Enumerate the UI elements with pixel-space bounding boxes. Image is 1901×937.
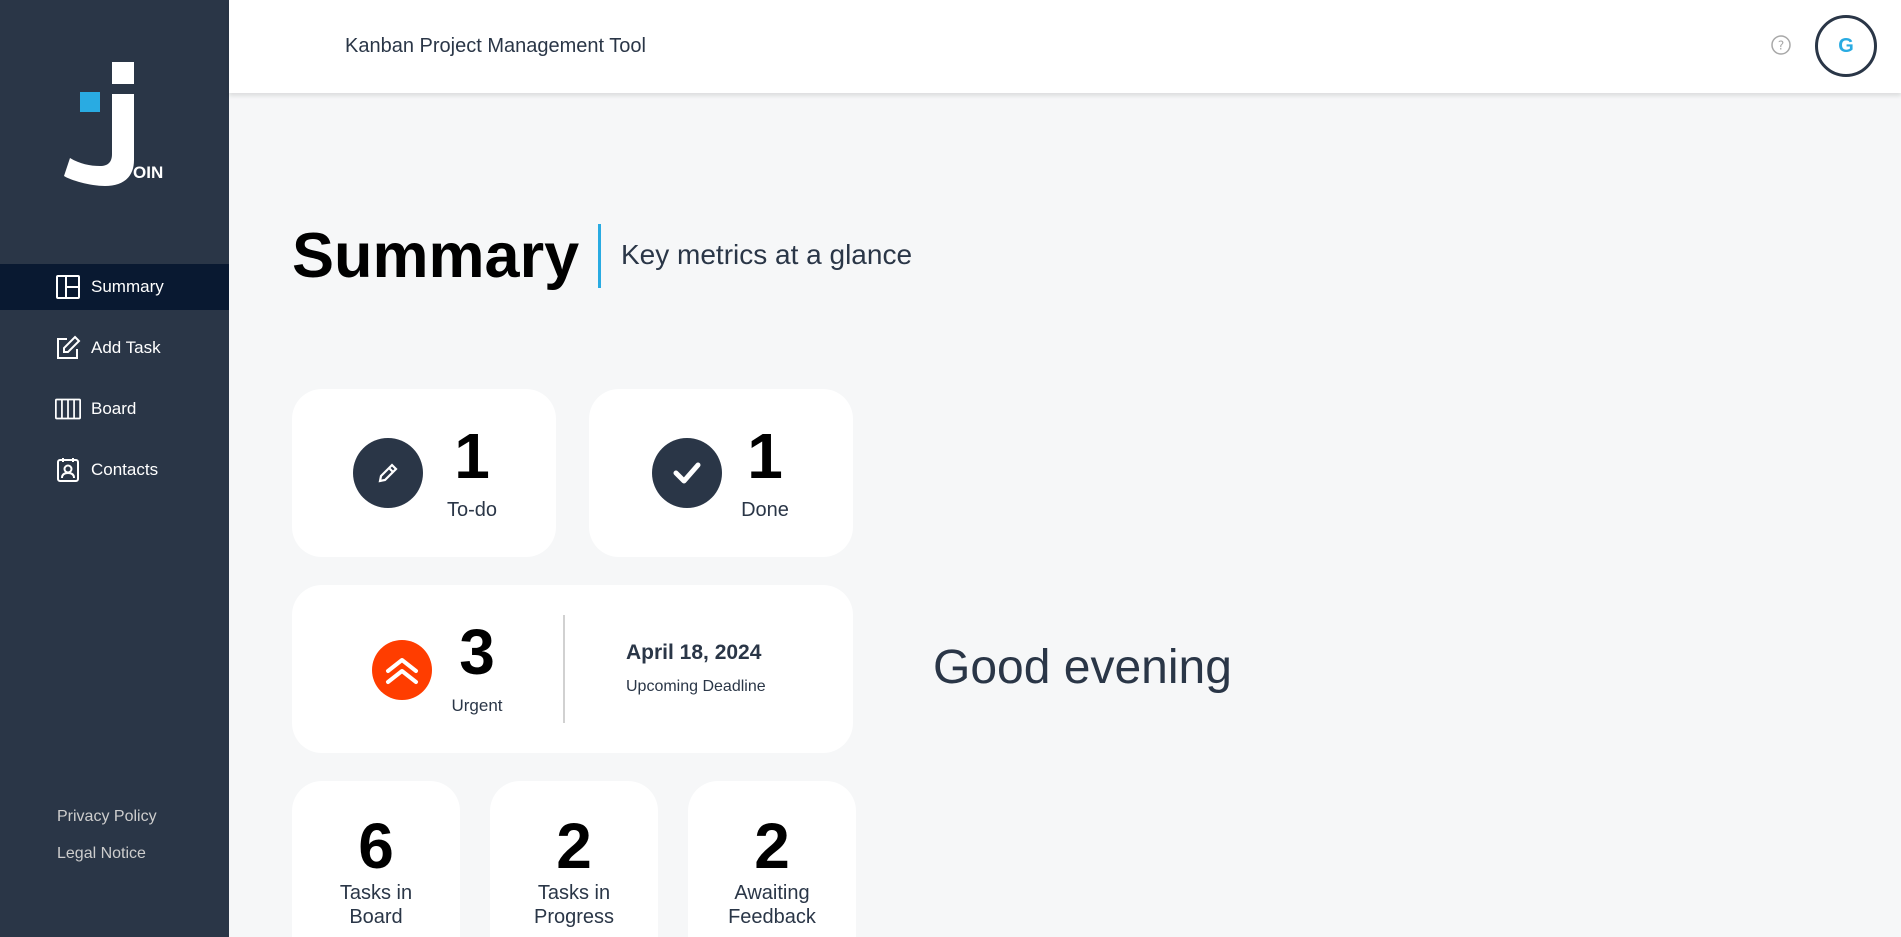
label-line-2: Feedback: [728, 906, 816, 928]
label-line-2: Progress: [533, 906, 615, 928]
sidebar-item-contacts[interactable]: Contacts: [0, 447, 229, 493]
header-title: Kanban Project Management Tool: [345, 35, 646, 57]
privacy-policy-link[interactable]: Privacy Policy: [57, 808, 157, 826]
done-label: Done: [741, 499, 789, 521]
urgent-label: Urgent: [451, 696, 503, 715]
urgent-icon: [372, 640, 432, 700]
checkmark-icon: [652, 438, 722, 508]
sidebar-item-add-task[interactable]: Add Task: [0, 325, 229, 371]
urgent-card[interactable]: 3 Urgent April 18, 2024 Upcoming Deadlin…: [292, 585, 853, 753]
done-card[interactable]: 1 Done: [589, 389, 853, 557]
tasks-in-progress-card[interactable]: 2 Tasks in Progress: [490, 781, 658, 937]
sidebar-item-board[interactable]: Board: [0, 386, 229, 432]
sidebar-footer: Privacy Policy Legal Notice: [57, 808, 157, 882]
todo-card[interactable]: 1 To-do: [292, 389, 556, 557]
todo-label: To-do: [446, 499, 498, 521]
sidebar: OIN Summary Add Task Board Contacts Priv…: [0, 0, 229, 937]
sidebar-item-summary[interactable]: Summary: [0, 264, 229, 310]
join-logo[interactable]: OIN: [60, 60, 170, 190]
label-line-1: Awaiting: [734, 882, 810, 904]
sidebar-nav: Summary Add Task Board Contacts: [0, 264, 229, 508]
card-divider: [563, 615, 565, 723]
svg-text:?: ?: [1778, 39, 1784, 53]
legal-notice-link[interactable]: Legal Notice: [57, 845, 157, 863]
tasks-in-board-count: 6: [358, 810, 394, 882]
user-avatar[interactable]: G: [1815, 15, 1877, 77]
greeting-text: Good evening: [933, 641, 1232, 694]
title-divider: [598, 224, 601, 288]
awaiting-feedback-label: Awaiting Feedback: [688, 881, 856, 929]
board-icon: [54, 395, 82, 423]
label-line-1: Tasks in: [537, 882, 611, 904]
done-count: 1: [747, 420, 783, 492]
sidebar-item-label: Summary: [91, 277, 164, 296]
help-icon[interactable]: ?: [1770, 34, 1792, 56]
urgent-count: 3: [459, 616, 495, 688]
pencil-icon: [353, 438, 423, 508]
edit-icon: [54, 334, 82, 362]
sidebar-item-label: Add Task: [91, 338, 161, 357]
top-header: Kanban Project Management Tool ? G: [229, 0, 1901, 93]
awaiting-feedback-count: 2: [754, 810, 790, 882]
sidebar-item-label: Contacts: [91, 460, 159, 479]
tasks-in-board-label: Tasks in Board: [292, 881, 460, 929]
summary-icon: [54, 273, 82, 301]
deadline-label: Upcoming Deadline: [626, 678, 766, 695]
deadline-date: April 18, 2024: [626, 641, 762, 664]
page-subtitle: Key metrics at a glance: [621, 239, 913, 270]
label-line-2: Board: [349, 906, 403, 928]
contacts-icon: [54, 456, 82, 484]
logo-text: OIN: [133, 163, 164, 182]
tasks-in-progress-label: Tasks in Progress: [490, 881, 658, 929]
tasks-in-progress-count: 2: [556, 810, 592, 882]
tasks-in-board-card[interactable]: 6 Tasks in Board: [292, 781, 460, 937]
awaiting-feedback-card[interactable]: 2 Awaiting Feedback: [688, 781, 856, 937]
todo-count: 1: [454, 420, 490, 492]
sidebar-item-label: Board: [91, 399, 137, 418]
label-line-1: Tasks in: [339, 882, 413, 904]
page-title: Summary: [292, 221, 580, 291]
